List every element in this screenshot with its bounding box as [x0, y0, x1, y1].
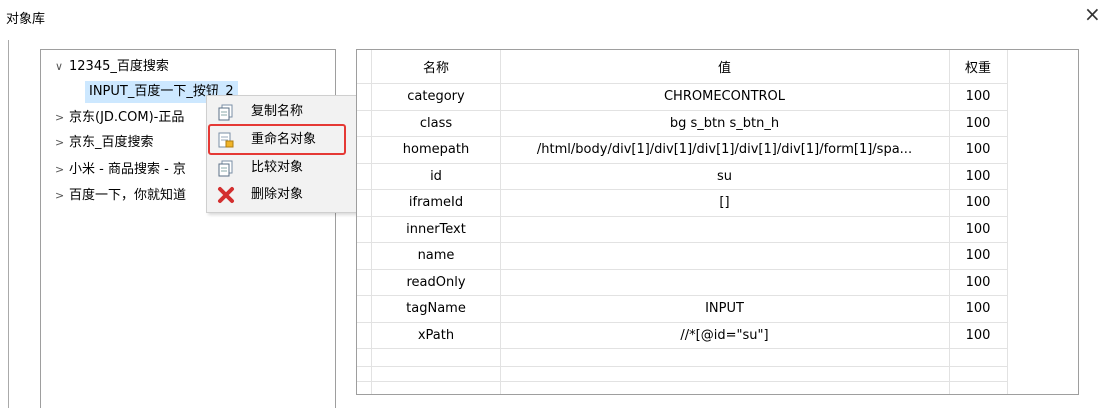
property-value: /html/body/div[1]/div[1]/div[1]/div[1]/d… — [536, 142, 913, 157]
window-left-border — [8, 40, 9, 408]
tree-node-label: 京东_百度搜索 — [69, 135, 154, 150]
tree-node-label: 小米 - 商品搜索 - 京 — [69, 162, 186, 177]
chevron-right-icon[interactable]: > — [55, 185, 69, 207]
menu-item-label: 复制名称 — [251, 104, 304, 119]
property-weight: 100 — [965, 89, 991, 104]
property-value: bg s_btn s_btn_h — [669, 115, 780, 131]
highlight-box — [208, 124, 346, 155]
column-header-value[interactable]: 值 — [500, 56, 949, 82]
property-name: xPath — [417, 327, 455, 343]
close-icon[interactable]: × — [1084, 4, 1101, 24]
property-name: tagName — [406, 301, 466, 316]
property-value — [500, 270, 949, 296]
grid-line — [357, 366, 1007, 367]
chevron-down-icon[interactable]: ∨ — [55, 56, 69, 78]
chevron-right-icon[interactable]: > — [55, 107, 69, 129]
property-weight: 100 — [965, 168, 991, 184]
menu-item-label: 删除对象 — [251, 187, 304, 202]
property-weight: 100 — [965, 327, 991, 343]
column-header-name[interactable]: 名称 — [371, 56, 501, 82]
tree-node-label: 京东(JD.COM)-正品 — [69, 110, 185, 125]
property-value: CHROMECONTROL — [663, 89, 786, 104]
grid-line — [357, 348, 1007, 349]
property-value — [500, 243, 949, 269]
property-name: homepath — [402, 142, 470, 157]
property-weight: 100 — [965, 115, 991, 131]
property-name: innerText — [406, 221, 466, 237]
compare-icon — [218, 160, 233, 177]
tree-node-baidu-home[interactable]: > 百度一下，你就知道 — [55, 185, 186, 207]
property-name: category — [407, 89, 465, 104]
property-value: su — [716, 168, 732, 184]
property-name: name — [417, 248, 455, 263]
property-value — [500, 217, 949, 243]
property-value: INPUT — [705, 301, 744, 316]
chevron-right-icon[interactable]: > — [55, 132, 69, 154]
tree-node-12345-baidu-search[interactable]: ∨ 12345_百度搜索 — [55, 56, 169, 78]
property-weight: 100 — [965, 221, 991, 237]
property-weight: 100 — [965, 248, 991, 263]
delete-icon — [218, 187, 234, 203]
property-weight: 100 — [965, 142, 991, 157]
menu-item-copy-name[interactable]: 复制名称 — [207, 99, 377, 125]
tree-node-label: 百度一下，你就知道 — [69, 188, 187, 203]
chevron-right-icon[interactable]: > — [55, 159, 69, 181]
property-name: readOnly — [406, 274, 466, 290]
copy-name-icon — [218, 104, 233, 121]
properties-table[interactable]: 名称 值 权重 category CHROMECONTROL 100 class bg … — [356, 49, 1079, 395]
menu-item-compare-object[interactable]: 比较对象 — [207, 155, 377, 181]
window-title: 对象库 — [6, 12, 46, 27]
property-name: class — [419, 115, 453, 131]
property-weight: 100 — [965, 195, 991, 210]
grid-line — [1007, 50, 1008, 394]
property-weight: 100 — [965, 274, 991, 290]
property-weight: 100 — [965, 301, 991, 316]
property-value: [] — [719, 195, 730, 210]
grid-line — [357, 381, 1007, 382]
menu-item-delete-object[interactable]: 删除对象 — [207, 182, 377, 208]
tree-node-jd-baidu-search[interactable]: > 京东_百度搜索 — [55, 132, 154, 154]
tree-node-jd-com[interactable]: > 京东(JD.COM)-正品 — [55, 107, 184, 129]
tree-node-xiaomi-search[interactable]: > 小米 - 商品搜索 - 京 — [55, 159, 186, 181]
tree-node-label: 12345_百度搜索 — [69, 59, 169, 74]
column-header-weight[interactable]: 权重 — [949, 56, 1007, 82]
menu-item-label: 比较对象 — [251, 160, 304, 175]
property-value: //*[@id="su"] — [680, 327, 769, 343]
property-name: id — [430, 168, 442, 184]
property-name: iframeId — [408, 195, 464, 210]
